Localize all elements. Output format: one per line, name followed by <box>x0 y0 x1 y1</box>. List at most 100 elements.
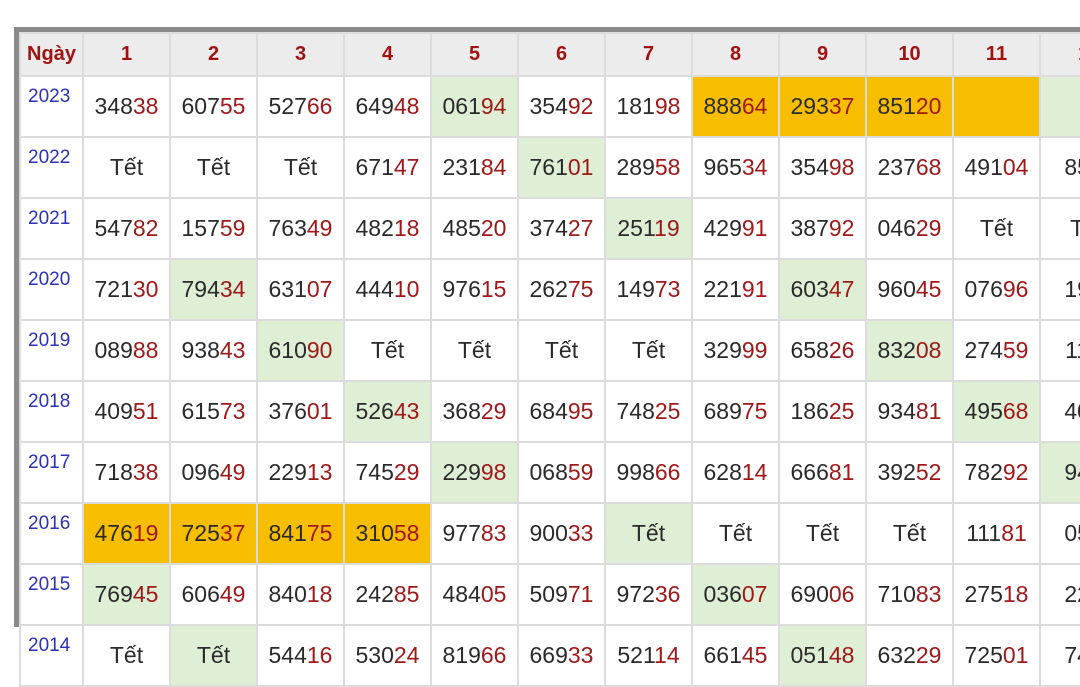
number-suffix: 34 <box>219 276 246 302</box>
number-suffix: 38 <box>132 459 159 485</box>
number-suffix: 98 <box>654 93 681 119</box>
number-suffix: 06 <box>828 581 855 607</box>
number-prefix: 832 <box>877 337 916 363</box>
result-cell: 61573 <box>169 380 258 443</box>
result-cell: 93481 <box>865 380 954 443</box>
number-suffix: 75 <box>741 398 768 424</box>
result-cell: 197 <box>1039 258 1080 321</box>
cell-value: Tết <box>109 642 144 668</box>
result-cell: 52114 <box>604 624 693 687</box>
number-suffix: 47 <box>828 276 855 302</box>
number-prefix: 615 <box>181 398 220 424</box>
number-suffix: 55 <box>219 93 246 119</box>
number-suffix: 73 <box>654 276 681 302</box>
number-prefix: 076 <box>964 276 1003 302</box>
number-suffix: 96 <box>1002 276 1029 302</box>
result-cell: 23768 <box>865 136 954 199</box>
result-cell: 28958 <box>604 136 693 199</box>
result-cell: 71838 <box>82 441 171 504</box>
result-cell: 31058 <box>343 502 432 565</box>
year-link[interactable]: 2015 <box>19 563 84 626</box>
result-cell: 50971 <box>517 563 606 626</box>
year-link[interactable]: 2021 <box>19 197 84 260</box>
result-cell: 96045 <box>865 258 954 321</box>
result-cell: 74529 <box>343 441 432 504</box>
year-link[interactable]: 2023 <box>19 75 84 138</box>
number-prefix: 242 <box>355 581 394 607</box>
result-cell: 76945 <box>82 563 171 626</box>
result-cell: 48405 <box>430 563 519 626</box>
number-prefix: 495 <box>964 398 1003 424</box>
number-suffix: 71 <box>567 581 594 607</box>
number-prefix: 089 <box>94 337 133 363</box>
number-prefix: 819 <box>442 642 481 668</box>
cell-value: Tết <box>283 154 318 180</box>
number-prefix: 157 <box>181 215 220 241</box>
result-cell: 04629 <box>865 197 954 260</box>
header-day-11: 11 <box>952 32 1041 77</box>
number-prefix: 111 <box>966 520 1002 546</box>
cell-value: 057 <box>1064 520 1080 546</box>
result-cell: Tết <box>430 319 519 382</box>
year-link[interactable]: 2014 <box>19 624 84 687</box>
number-suffix: 59 <box>219 215 246 241</box>
year-link[interactable]: 2017 <box>19 441 84 504</box>
number-prefix: 376 <box>268 398 307 424</box>
number-prefix: 888 <box>703 93 742 119</box>
result-cell: Tế <box>1039 197 1080 260</box>
table-row: 2015 76945 60649 84018 24285 48405 50971 97236 0… <box>19 563 1080 626</box>
number-suffix: 58 <box>654 154 681 180</box>
result-cell: Tết <box>343 319 432 382</box>
number-suffix: 91 <box>741 215 768 241</box>
number-suffix: 13 <box>306 459 333 485</box>
table-row: 2023 34838 60755 52766 64948 06194 35492 18198 8… <box>19 75 1080 138</box>
number-prefix: 181 <box>616 93 655 119</box>
number-suffix: 05 <box>480 581 507 607</box>
number-suffix: 08 <box>915 337 942 363</box>
cell-value: 225 <box>1064 581 1080 607</box>
number-suffix: 30 <box>132 276 159 302</box>
number-prefix: 046 <box>877 215 916 241</box>
result-cell: 07696 <box>952 258 1041 321</box>
result-cell: 85120 <box>865 75 954 138</box>
result-cell: 11181 <box>952 502 1041 565</box>
result-cell: 66145 <box>691 624 780 687</box>
number-prefix: 794 <box>181 276 220 302</box>
result-cell: 84175 <box>256 502 345 565</box>
result-cell: 62814 <box>691 441 780 504</box>
result-cell: 81966 <box>430 624 519 687</box>
number-prefix: 960 <box>877 276 916 302</box>
result-cell: 44410 <box>343 258 432 321</box>
table-row: 2018 40951 61573 37601 52643 36829 68495 74825 6… <box>19 380 1080 443</box>
number-suffix: 59 <box>567 459 594 485</box>
number-suffix: 14 <box>741 459 768 485</box>
result-cell: 53024 <box>343 624 432 687</box>
year-link[interactable]: 2022 <box>19 136 84 199</box>
cell-value: 747 <box>1064 642 1080 668</box>
number-prefix: 530 <box>355 642 394 668</box>
result-cell: 14973 <box>604 258 693 321</box>
result-cell: 99866 <box>604 441 693 504</box>
result-cell: Tết <box>256 136 345 199</box>
result-cell: 48218 <box>343 197 432 260</box>
result-cell: 25119 <box>604 197 693 260</box>
result-cell: 97783 <box>430 502 519 565</box>
number-prefix: 509 <box>529 581 568 607</box>
year-link[interactable]: 2016 <box>19 502 84 565</box>
year-link[interactable]: 2018 <box>19 380 84 443</box>
result-cell: 23184 <box>430 136 519 199</box>
year-link[interactable]: 2019 <box>19 319 84 382</box>
results-table-frame: Ngày 12345678910111 20233483860755527666… <box>14 27 1080 687</box>
number-suffix: 75 <box>306 520 333 546</box>
result-cell: 35492 <box>517 75 606 138</box>
number-suffix: 95 <box>567 398 594 424</box>
result-cell: 24285 <box>343 563 432 626</box>
result-cell: 90033 <box>517 502 606 565</box>
result-cell: Tết <box>604 502 693 565</box>
cell-value: Tết <box>892 520 927 546</box>
number-suffix: 81 <box>915 398 942 424</box>
result-cell: 856 <box>1039 136 1080 199</box>
result-cell: 08988 <box>82 319 171 382</box>
cell-value: Tết <box>370 337 405 363</box>
year-link[interactable]: 2020 <box>19 258 84 321</box>
